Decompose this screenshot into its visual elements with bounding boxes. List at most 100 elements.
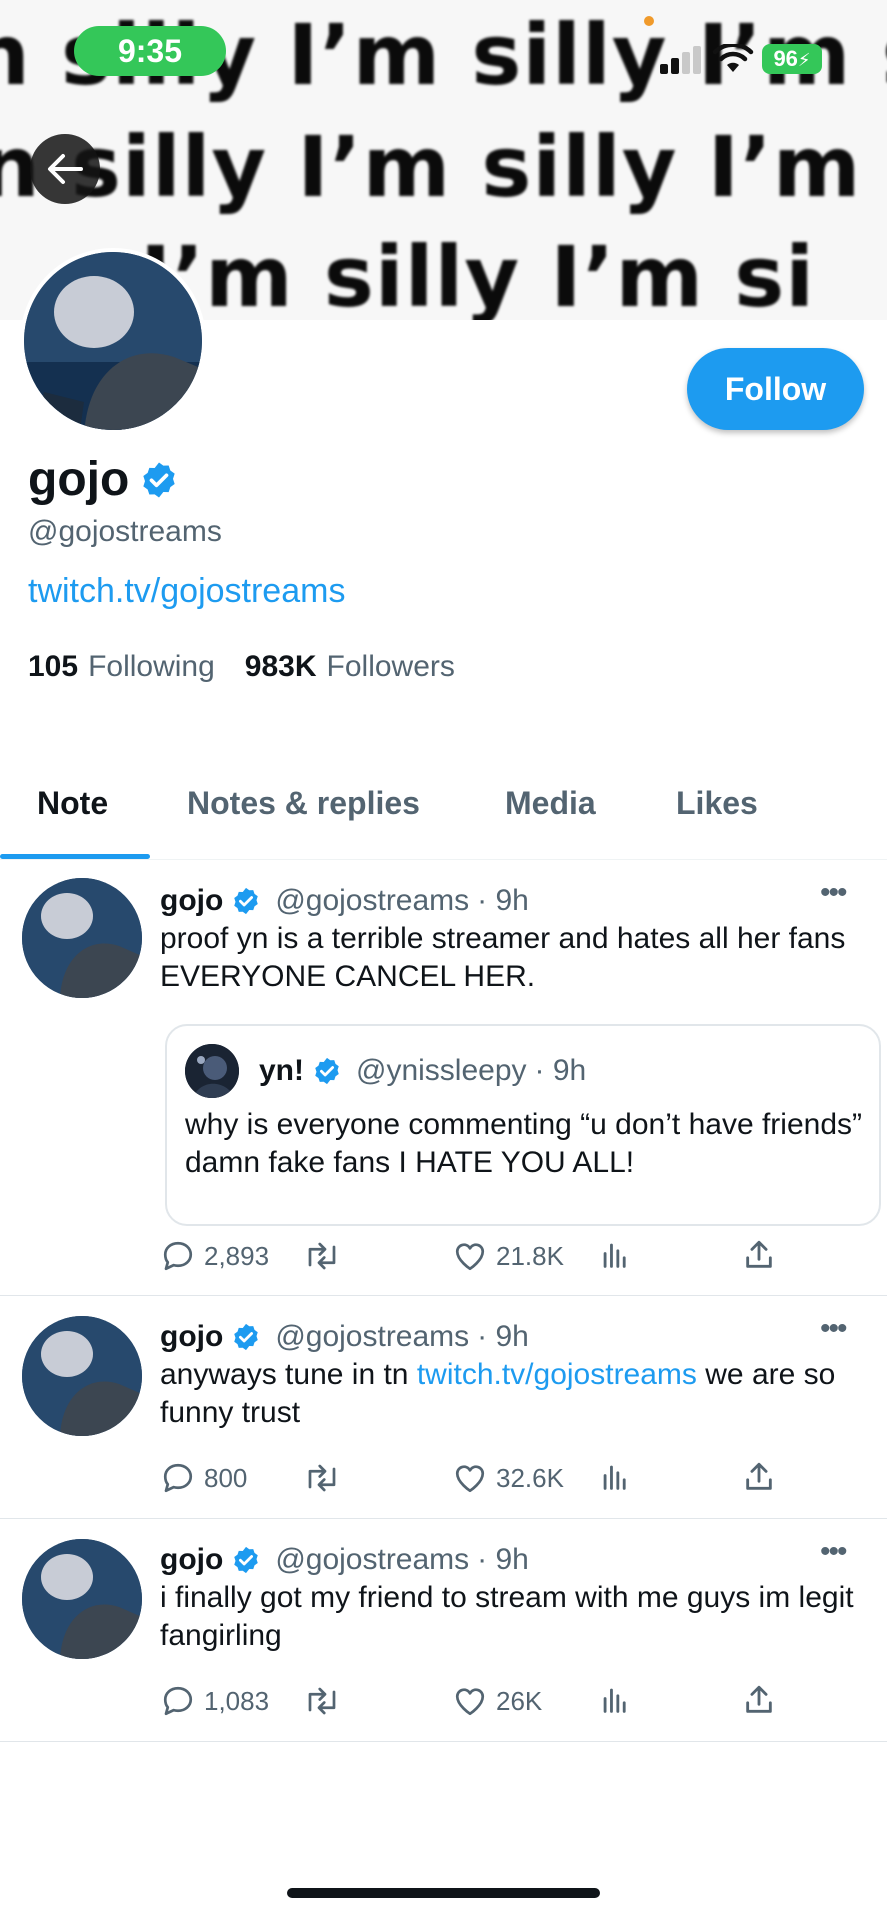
quoted-handle: @ynissleepy bbox=[356, 1054, 527, 1087]
analytics-icon bbox=[603, 1243, 626, 1268]
repost-button[interactable] bbox=[302, 1238, 342, 1274]
post-handle: @gojostreams bbox=[275, 1543, 470, 1576]
repost-button[interactable] bbox=[302, 1460, 342, 1496]
post-author-name[interactable]: gojo bbox=[160, 1543, 223, 1577]
like-button[interactable]: 21.8K bbox=[452, 1238, 564, 1274]
cellular-signal-icon bbox=[660, 46, 704, 74]
quoted-post-avatar bbox=[185, 1044, 239, 1098]
reply-button[interactable]: 1,083 bbox=[160, 1683, 269, 1719]
privacy-indicator-dot bbox=[644, 16, 654, 26]
tab-note[interactable]: Note bbox=[37, 770, 108, 860]
post-text: i finally got my friend to stream with m… bbox=[160, 1581, 854, 1652]
post-header: gojo @gojostreams · 9h bbox=[160, 1543, 529, 1577]
tab-media[interactable]: Media bbox=[505, 770, 596, 860]
back-button[interactable] bbox=[30, 134, 100, 204]
tab-notes-and-replies[interactable]: Notes & replies bbox=[187, 770, 420, 860]
quoted-post[interactable]: yn! @ynissleepy · 9h why is everyone com… bbox=[165, 1024, 881, 1226]
heart-icon bbox=[455, 1243, 485, 1271]
home-indicator[interactable] bbox=[287, 1888, 600, 1898]
like-button[interactable]: 32.6K bbox=[452, 1460, 564, 1496]
reply-count: 1,083 bbox=[204, 1685, 270, 1716]
following-stat[interactable]: 105 Following bbox=[28, 650, 215, 684]
post-actions: 2,893 21.8K bbox=[160, 1238, 780, 1278]
heart-icon bbox=[455, 1465, 485, 1493]
post-avatar[interactable] bbox=[22, 1316, 142, 1436]
post-timestamp: · 9h bbox=[477, 1320, 529, 1353]
status-time: 9:35 bbox=[74, 26, 226, 76]
post-item[interactable]: gojo @gojostreams · 9h ••• proof yn is a… bbox=[0, 860, 887, 1296]
quoted-post-text: why is everyone commenting “u don’t have… bbox=[185, 1108, 862, 1179]
post-header: gojo @gojostreams · 9h bbox=[160, 1320, 529, 1354]
reply-icon bbox=[163, 1686, 193, 1716]
post-actions: 1,083 26K bbox=[160, 1683, 780, 1723]
followers-stat[interactable]: 983K Followers bbox=[245, 650, 455, 684]
profile-website-link[interactable]: twitch.tv/gojostreams bbox=[28, 572, 345, 611]
post-item[interactable]: gojo @gojostreams · 9h ••• i finally got… bbox=[0, 1519, 887, 1742]
verified-badge-icon bbox=[143, 462, 175, 497]
reply-count: 800 bbox=[204, 1462, 248, 1493]
follow-button[interactable]: Follow bbox=[687, 348, 864, 430]
post-item[interactable]: gojo @gojostreams · 9h ••• anyways tune … bbox=[0, 1296, 887, 1519]
repost-icon bbox=[308, 1687, 336, 1715]
arrow-left-icon bbox=[48, 154, 83, 184]
post-text: proof yn is a terrible streamer and hate… bbox=[160, 922, 846, 993]
like-count: 26K bbox=[496, 1685, 543, 1716]
share-icon bbox=[746, 1685, 772, 1713]
battery-icon: 96⚡ bbox=[762, 44, 822, 74]
post-inline-link[interactable]: twitch.tv/gojostreams bbox=[417, 1358, 697, 1391]
reply-count: 2,893 bbox=[204, 1240, 270, 1271]
profile-display-name: gojo bbox=[28, 452, 179, 507]
more-options-icon[interactable]: ••• bbox=[820, 1312, 847, 1346]
views-button[interactable] bbox=[598, 1238, 632, 1272]
analytics-icon bbox=[603, 1688, 626, 1713]
quoted-author-name: yn! bbox=[259, 1054, 304, 1087]
post-avatar[interactable] bbox=[22, 878, 142, 998]
battery-level: 96 bbox=[773, 46, 798, 71]
post-author-name[interactable]: gojo bbox=[160, 884, 223, 918]
followers-count: 983K bbox=[244, 650, 317, 683]
like-count: 32.6K bbox=[496, 1462, 564, 1493]
reply-icon bbox=[163, 1463, 193, 1493]
post-author-name[interactable]: gojo bbox=[160, 1320, 223, 1354]
tab-likes[interactable]: Likes bbox=[676, 770, 758, 860]
post-actions: 800 32.6K bbox=[160, 1460, 780, 1500]
profile-name-text: gojo bbox=[28, 453, 130, 506]
more-options-icon[interactable]: ••• bbox=[820, 876, 847, 910]
profile-handle: @gojostreams bbox=[28, 515, 222, 548]
post-handle: @gojostreams bbox=[275, 884, 470, 917]
post-timestamp: · 9h bbox=[477, 884, 529, 917]
like-count: 21.8K bbox=[496, 1240, 564, 1271]
heart-icon bbox=[455, 1688, 485, 1716]
repost-icon bbox=[308, 1464, 336, 1492]
share-button[interactable] bbox=[742, 1460, 776, 1494]
post-header: gojo @gojostreams · 9h bbox=[160, 884, 529, 918]
post-handle: @gojostreams bbox=[275, 1320, 470, 1353]
profile-tabs: Note Notes & replies Media Likes bbox=[0, 770, 887, 860]
profile-avatar[interactable] bbox=[20, 248, 206, 434]
views-button[interactable] bbox=[598, 1460, 632, 1494]
wifi-icon bbox=[712, 42, 754, 74]
repost-button[interactable] bbox=[302, 1683, 342, 1719]
repost-icon bbox=[308, 1242, 336, 1270]
quoted-timestamp: · 9h bbox=[534, 1054, 587, 1087]
post-text-start: anyways tune in tn bbox=[160, 1358, 409, 1391]
quoted-post-header: yn! @ynissleepy · 9h bbox=[259, 1054, 586, 1088]
more-options-icon[interactable]: ••• bbox=[820, 1535, 847, 1569]
verified-badge-icon bbox=[234, 887, 259, 915]
followers-label: Followers bbox=[326, 650, 455, 683]
share-button[interactable] bbox=[742, 1683, 776, 1717]
verified-badge-icon bbox=[234, 1323, 259, 1351]
views-button[interactable] bbox=[598, 1683, 632, 1717]
verified-badge-icon bbox=[315, 1057, 339, 1085]
share-icon bbox=[746, 1462, 772, 1490]
post-avatar[interactable] bbox=[22, 1539, 142, 1659]
follow-stats: 105 Following 983K Followers bbox=[28, 650, 455, 684]
reply-button[interactable]: 2,893 bbox=[160, 1238, 269, 1274]
banner-text-line: n silly I’m silly I’m sil bbox=[0, 118, 887, 216]
reply-button[interactable]: 800 bbox=[160, 1460, 247, 1496]
share-button[interactable] bbox=[742, 1238, 776, 1272]
like-button[interactable]: 26K bbox=[452, 1683, 542, 1719]
post-text: anyways tune in tn twitch.tv/gojostreams… bbox=[160, 1356, 860, 1432]
banner-text-line: I’m silly I’m si bbox=[140, 228, 816, 320]
active-tab-indicator bbox=[0, 854, 150, 859]
